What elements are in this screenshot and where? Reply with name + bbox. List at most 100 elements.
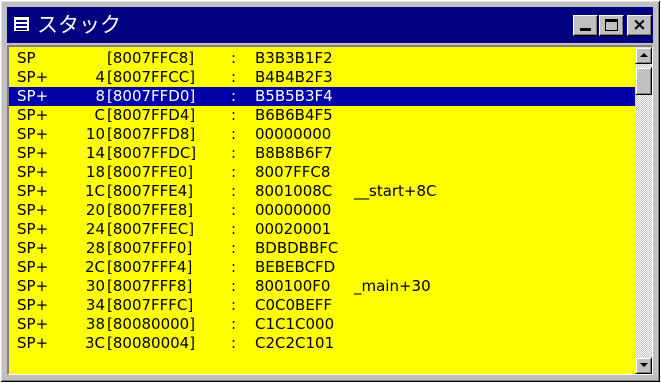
stack-value: C2C2C101: [255, 334, 335, 352]
stack-row[interactable]: SP+ C [8007FFD4]: B6B6B4F5: [9, 106, 635, 125]
stack-address: [8007FFF4]: [107, 258, 193, 276]
stack-row[interactable]: SP+ 4 [8007FFCC]: B4B4B2F3: [9, 68, 635, 87]
stack-sp-label: SP+: [17, 296, 49, 314]
stack-sp-label: SP+: [17, 334, 49, 352]
stack-row[interactable]: SP+ 3C [80080004]: C2C2C101: [9, 334, 635, 353]
window-title: スタック: [37, 13, 121, 37]
list-window-icon[interactable]: [13, 16, 30, 32]
stack-separator: :: [231, 296, 237, 314]
stack-value: B5B5B3F4: [255, 87, 333, 105]
scroll-down-button[interactable]: [635, 357, 652, 374]
stack-offset: 24: [85, 220, 105, 238]
stack-sp-label: SP+: [17, 258, 49, 276]
stack-separator: :: [231, 258, 237, 276]
stack-separator: :: [231, 182, 237, 200]
stack-offset: 38: [85, 315, 105, 333]
vertical-scrollbar[interactable]: [635, 47, 652, 374]
stack-row[interactable]: SP+ 10 [8007FFD8]:00000000: [9, 125, 635, 144]
stack-offset: 2C: [85, 258, 106, 276]
stack-offset: 14: [85, 144, 105, 162]
stack-value: C0C0BEFF: [255, 296, 333, 314]
close-button[interactable]: ×: [627, 15, 652, 36]
stack-row-selected[interactable]: SP+ 8 [8007FFD0]: B5B5B3F4: [9, 87, 635, 106]
minimize-icon: [580, 28, 591, 31]
stack-separator: :: [231, 163, 237, 181]
maximize-icon: [605, 19, 618, 31]
stack-value: 800100F0: [255, 277, 331, 295]
stack-address: [8007FFCC]: [107, 68, 196, 86]
stack-separator: :: [231, 239, 237, 257]
stack-value: B6B6B4F5: [255, 106, 333, 124]
stack-offset: 28: [85, 239, 105, 257]
stack-value: 8001008C: [255, 182, 333, 200]
stack-value: B4B4B2F3: [255, 68, 333, 86]
stack-address: [8007FFF0]: [107, 239, 193, 257]
stack-sp-label: SP+: [17, 182, 49, 200]
stack-row[interactable]: SP+ 34 [8007FFFC]: C0C0BEFF: [9, 296, 635, 315]
stack-separator: :: [231, 201, 237, 219]
stack-sp-label: SP+: [17, 277, 49, 295]
stack-separator: :: [231, 144, 237, 162]
stack-separator: :: [231, 68, 237, 86]
stack-address: [8007FFE4]: [107, 182, 194, 200]
stack-offset: 4: [95, 68, 105, 86]
stack-address: [8007FFD0]: [107, 87, 196, 105]
stack-separator: :: [231, 125, 237, 143]
stack-offset: 20: [85, 201, 105, 219]
scroll-up-button[interactable]: [635, 47, 652, 64]
stack-window: スタック × SP [8007FFC8]: B3B3B1F2 SP+ 4 [8007FFC…: [0, 0, 661, 383]
stack-value: 8007FFC8: [255, 163, 331, 181]
stack-address: [8007FFE0]: [107, 163, 194, 181]
stack-offset: 8: [95, 87, 105, 105]
scroll-thumb[interactable]: [635, 67, 652, 95]
stack-address: [80080004]: [107, 334, 196, 352]
stack-address: [8007FFFC]: [107, 296, 194, 314]
stack-sp-label: SP+: [17, 87, 49, 105]
stack-value: 00000000: [255, 125, 332, 143]
stack-sp-label: SP: [17, 49, 36, 67]
stack-row[interactable]: SP [8007FFC8]: B3B3B1F2: [9, 49, 635, 68]
stack-sp-label: SP+: [17, 201, 49, 219]
stack-value: 00000000: [255, 201, 332, 219]
minimize-button[interactable]: [573, 15, 598, 36]
stack-offset: 3C: [85, 334, 106, 352]
stack-offset: 30: [85, 277, 105, 295]
stack-row[interactable]: SP+ 14 [8007FFDC]: B8B8B6F7: [9, 144, 635, 163]
stack-separator: :: [231, 334, 237, 352]
stack-row[interactable]: SP+ 18 [8007FFE0]:8007FFC8: [9, 163, 635, 182]
stack-sp-label: SP+: [17, 220, 49, 238]
stack-separator: :: [231, 49, 237, 67]
maximize-button[interactable]: [599, 15, 624, 36]
stack-row[interactable]: SP+ 30 [8007FFF8]:800100F0 _main+30: [9, 277, 635, 296]
stack-list[interactable]: SP [8007FFC8]: B3B3B1F2 SP+ 4 [8007FFCC]: B4B4…: [9, 47, 635, 374]
close-icon: ×: [632, 15, 647, 35]
stack-row[interactable]: SP+ 28 [8007FFF0]: BDBDBBFC: [9, 239, 635, 258]
stack-offset: 10: [85, 125, 105, 143]
stack-offset: 18: [85, 163, 105, 181]
stack-separator: :: [231, 315, 237, 333]
stack-row[interactable]: SP+ 1C [8007FFE4]:8001008C __start+8C: [9, 182, 635, 201]
stack-sp-label: SP+: [17, 68, 49, 86]
stack-separator: :: [231, 87, 237, 105]
stack-offset: C: [94, 106, 105, 124]
stack-offset: 1C: [85, 182, 106, 200]
stack-address: [8007FFE8]: [107, 201, 194, 219]
stack-view: SP [8007FFC8]: B3B3B1F2 SP+ 4 [8007FFCC]: B4B4…: [7, 45, 653, 375]
stack-row[interactable]: SP+ 20 [8007FFE8]:00000000: [9, 201, 635, 220]
stack-row[interactable]: SP+ 38 [80080000]: C1C1C000: [9, 315, 635, 334]
stack-separator: :: [231, 220, 237, 238]
stack-address: [8007FFDC]: [107, 144, 197, 162]
stack-sp-label: SP+: [17, 144, 49, 162]
title-bar[interactable]: スタック ×: [7, 7, 653, 43]
stack-address: [8007FFF8]: [107, 277, 193, 295]
stack-address: [8007FFD8]: [107, 125, 196, 143]
stack-address: [80080000]: [107, 315, 196, 333]
stack-symbol: __start+8C: [354, 182, 437, 200]
stack-separator: :: [231, 277, 237, 295]
stack-row[interactable]: SP+ 24 [8007FFEC]:00020001: [9, 220, 635, 239]
stack-value: C1C1C000: [255, 315, 335, 333]
stack-sp-label: SP+: [17, 125, 49, 143]
stack-row[interactable]: SP+ 2C [8007FFF4]: BEBEBCFD: [9, 258, 635, 277]
stack-sp-label: SP+: [17, 239, 49, 257]
stack-value: BDBDBBFC: [255, 239, 339, 257]
